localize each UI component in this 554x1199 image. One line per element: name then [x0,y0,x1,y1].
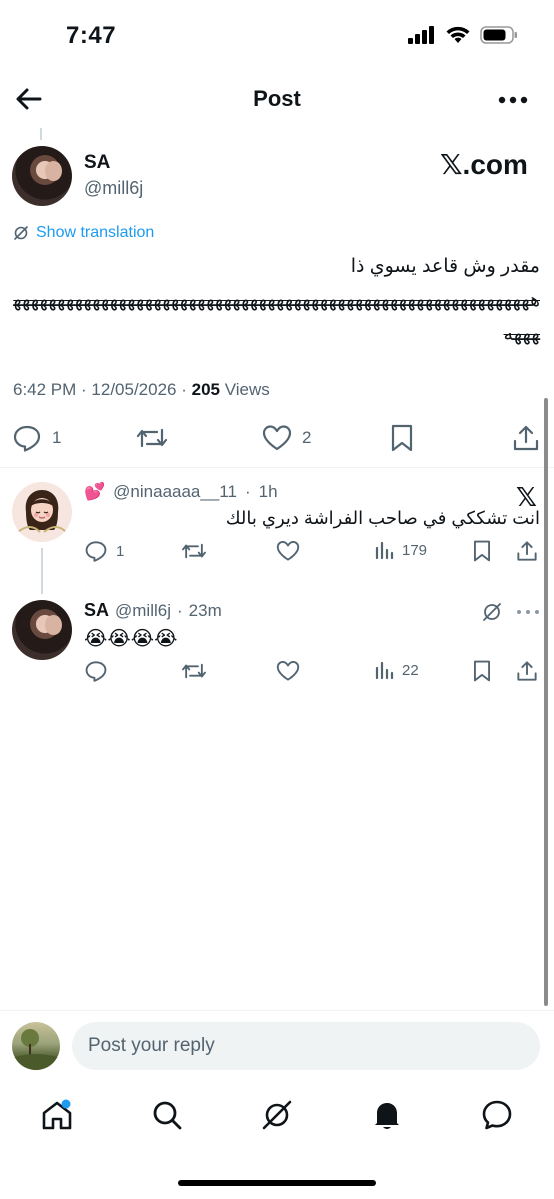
reply-icon [13,425,41,452]
brand-watermark: 𝕏.com [440,149,528,180]
post-time: 6:42 PM [13,380,77,399]
divider [0,1010,554,1011]
share-icon [513,425,539,451]
views-count: 205 [191,380,220,399]
reply-text: 😭😭😭😭 [84,628,178,650]
reply-bookmark-button[interactable] [472,660,492,682]
author-handle[interactable]: @mill6j [84,178,143,199]
show-translation-link[interactable]: Show translation [12,224,154,242]
reply-age: 1h [258,482,278,501]
bookmark-icon [391,424,413,452]
battery-icon [480,26,517,44]
cartoon-girl-avatar [17,490,67,533]
grok-icon[interactable] [260,1098,294,1132]
share-button[interactable] [512,424,540,452]
home-icon[interactable] [40,1098,74,1132]
reply-emoji: 💕 [84,482,106,501]
bottom-nav [0,1090,554,1142]
share-icon [517,541,537,561]
more-options-icon[interactable] [498,96,528,104]
reply-bookmark-button[interactable] [472,540,492,562]
heart-icon [276,541,300,561]
search-icon[interactable] [150,1098,184,1132]
reply-handle[interactable]: @mill6j [115,601,171,621]
post-actions: 1 2 [0,420,554,456]
reply-author-name[interactable]: SA [84,600,109,621]
signal-icon [408,26,434,44]
post-meta: 6:42 PM · 12/05/2026 · 205 Views [13,380,270,399]
reply-age: 23m [188,600,222,620]
reply-icon [85,661,107,682]
reply-icon [85,541,107,562]
repost-icon [182,543,206,559]
reply-avatar[interactable] [12,600,72,660]
landscape-avatar-art [12,1029,60,1070]
repost-button[interactable] [135,424,169,452]
status-time: 7:47 [66,22,117,49]
reply-reply-button[interactable]: 1 [84,540,124,562]
thread-line [40,128,42,140]
reply-input[interactable]: Post your reply [72,1022,540,1070]
like-count: 2 [302,428,312,447]
status-icons [408,26,518,44]
page-title: Post [253,86,301,111]
author-name[interactable]: SA [84,152,110,174]
reply-header: 💕 @ninaaaaa__11 · 1h [84,482,278,502]
divider [0,467,554,468]
reply-repost-button[interactable] [180,540,208,562]
scrollbar[interactable] [544,398,548,1006]
reply-actions: 1 179 [0,540,554,568]
repost-icon [136,428,168,448]
reply-share-button[interactable] [516,660,538,682]
reply-input-placeholder: Post your reply [88,1035,215,1056]
reply-button[interactable]: 1 [12,424,61,452]
reply-header: SA @mill6j · 23m [84,600,222,621]
views-chart-icon [375,661,394,680]
repost-icon [182,663,206,679]
share-icon [517,661,537,681]
reply-count: 1 [52,428,62,447]
reply-views-button[interactable]: 22 [374,660,419,680]
post-date: 12/05/2026 [91,380,177,399]
like-button[interactable]: 2 [262,424,311,452]
reply-like-button[interactable] [276,660,300,682]
reply-views-count: 22 [402,661,419,679]
reply-repost-button[interactable] [180,660,208,682]
views-label: Views [224,380,270,399]
reply-actions: 22 [0,660,554,688]
post-text: مقدر وش قاعد يسوي ذا ههههههههههههههههههه… [10,250,540,352]
heart-icon [262,425,292,451]
bookmark-icon [473,660,491,682]
show-translation-label: Show translation [36,224,155,241]
bookmark-button[interactable] [390,424,414,452]
reply-handle[interactable]: @ninaaaaa__11 [113,482,237,502]
user-avatar[interactable] [12,1022,60,1070]
post-text-line: مقدر وش قاعد يسوي ذا [350,256,540,277]
author-avatar[interactable] [12,146,72,206]
reply-reply-count: 1 [116,542,125,560]
home-indicator [178,1180,376,1186]
reply-share-button[interactable] [516,540,538,562]
reply-text: انت تشككي في صاحب الفراشة ديري بالك [225,508,540,528]
reply-avatar[interactable] [12,482,72,542]
translate-icon [14,226,28,240]
heart-icon [276,661,300,681]
bookmark-icon [473,540,491,562]
reply-views-button[interactable]: 179 [374,540,427,560]
post-text-laugh: هههههههههههههههههههههههههههههههههههههههه… [13,290,540,345]
reply-like-button[interactable] [276,540,300,562]
views-chart-icon [375,541,394,560]
notifications-bell-icon[interactable] [370,1098,404,1132]
wifi-icon [446,26,470,43]
grok-icon[interactable] [480,600,504,624]
reply-reply-button[interactable] [84,660,108,682]
more-options-icon[interactable] [516,608,540,616]
messages-icon[interactable] [480,1098,514,1132]
reply-views-count: 179 [402,541,428,559]
